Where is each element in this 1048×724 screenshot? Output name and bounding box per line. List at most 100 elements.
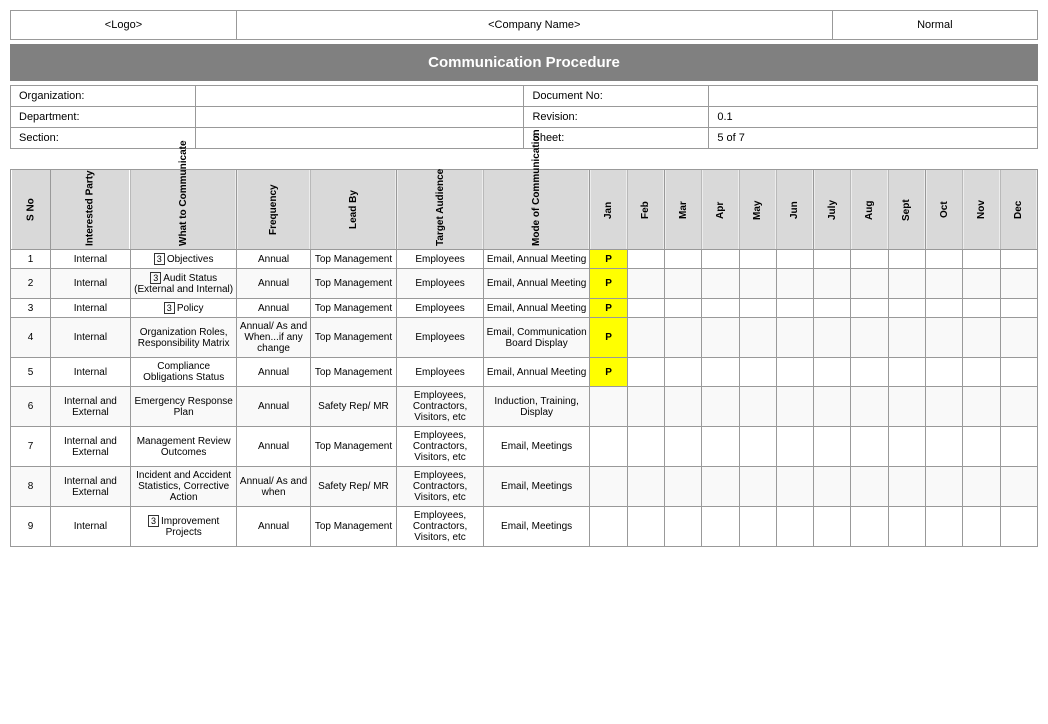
cell-what: Organization Roles, Responsibility Matri…	[130, 318, 237, 358]
table-row: 1 Internal 3Objectives Annual Top Manage…	[11, 250, 1038, 269]
cell-what: Compliance Obligations Status	[130, 358, 237, 387]
cell-oct	[926, 507, 963, 547]
logo-cell: <Logo>	[11, 11, 237, 40]
cell-mode: Induction, Training, Display	[483, 387, 590, 427]
cell-jul	[814, 507, 851, 547]
col-sept: Sept	[888, 170, 925, 250]
revision-value: 0.1	[709, 107, 1038, 128]
cell-may	[739, 467, 776, 507]
cell-jan: P	[590, 269, 627, 299]
table-row: 4 Internal Organization Roles, Responsib…	[11, 318, 1038, 358]
cell-aug	[851, 250, 888, 269]
normal-cell: Normal	[832, 11, 1037, 40]
cell-lead: Top Management	[310, 250, 397, 269]
cell-jan	[590, 507, 627, 547]
table-row: 8 Internal and External Incident and Acc…	[11, 467, 1038, 507]
cell-nov	[963, 299, 1000, 318]
cell-lead: Top Management	[310, 269, 397, 299]
cell-feb	[627, 387, 664, 427]
cell-target: Employees	[397, 269, 484, 299]
cell-lead: Safety Rep/ MR	[310, 467, 397, 507]
cell-sept	[888, 427, 925, 467]
cell-may	[739, 358, 776, 387]
cell-apr	[702, 318, 739, 358]
sheet-value: 5 of 7	[709, 128, 1038, 149]
cell-sept	[888, 299, 925, 318]
cell-may	[739, 318, 776, 358]
cell-oct	[926, 467, 963, 507]
cell-feb	[627, 467, 664, 507]
cell-nov	[963, 507, 1000, 547]
cell-dec	[1000, 427, 1037, 467]
cell-nov	[963, 269, 1000, 299]
table-row: 2 Internal 3Audit Status (External and I…	[11, 269, 1038, 299]
cell-oct	[926, 250, 963, 269]
cell-mar	[665, 387, 702, 427]
docno-label: Document No:	[524, 86, 709, 107]
cell-sno: 4	[11, 318, 51, 358]
cell-feb	[627, 250, 664, 269]
cell-aug	[851, 387, 888, 427]
cell-oct	[926, 269, 963, 299]
cell-interested: Internal	[50, 299, 130, 318]
revision-label: Revision:	[524, 107, 709, 128]
cell-dec	[1000, 318, 1037, 358]
cell-lead: Top Management	[310, 427, 397, 467]
cell-mode: Email, Communication Board Display	[483, 318, 590, 358]
cell-sno: 5	[11, 358, 51, 387]
cell-feb	[627, 427, 664, 467]
cell-freq: Annual	[237, 269, 310, 299]
cell-apr	[702, 269, 739, 299]
cell-nov	[963, 387, 1000, 427]
cell-interested: Internal	[50, 250, 130, 269]
cell-oct	[926, 358, 963, 387]
cell-may	[739, 299, 776, 318]
col-interested: Interested Party	[50, 170, 130, 250]
col-jan: Jan	[590, 170, 627, 250]
cell-aug	[851, 269, 888, 299]
cell-what: 3Improvement Projects	[130, 507, 237, 547]
cell-interested: Internal	[50, 358, 130, 387]
cell-target: Employees, Contractors, Visitors, etc	[397, 427, 484, 467]
cell-target: Employees, Contractors, Visitors, etc	[397, 387, 484, 427]
cell-may	[739, 269, 776, 299]
cell-freq: Annual	[237, 387, 310, 427]
col-apr: Apr	[702, 170, 739, 250]
col-oct: Oct	[926, 170, 963, 250]
cell-mode: Email, Annual Meeting	[483, 269, 590, 299]
cell-jun	[776, 358, 813, 387]
cell-freq: Annual	[237, 427, 310, 467]
cell-sept	[888, 250, 925, 269]
cell-target: Employees	[397, 299, 484, 318]
cell-nov	[963, 250, 1000, 269]
cell-freq: Annual	[237, 250, 310, 269]
col-feb: Feb	[627, 170, 664, 250]
cell-jun	[776, 318, 813, 358]
cell-mode: Email, Annual Meeting	[483, 358, 590, 387]
cell-mar	[665, 269, 702, 299]
cell-sept	[888, 318, 925, 358]
table-row: 7 Internal and External Management Revie…	[11, 427, 1038, 467]
cell-mar	[665, 358, 702, 387]
cell-jul	[814, 358, 851, 387]
cell-aug	[851, 299, 888, 318]
section-label: Section:	[11, 128, 196, 149]
dept-value	[195, 107, 524, 128]
cell-lead: Top Management	[310, 358, 397, 387]
cell-sno: 7	[11, 427, 51, 467]
cell-aug	[851, 358, 888, 387]
col-nov: Nov	[963, 170, 1000, 250]
cell-jan: P	[590, 318, 627, 358]
cell-feb	[627, 269, 664, 299]
cell-sept	[888, 507, 925, 547]
cell-may	[739, 250, 776, 269]
info-table: Organization: Document No: Department: R…	[10, 85, 1038, 149]
cell-oct	[926, 387, 963, 427]
cell-what: Emergency Response Plan	[130, 387, 237, 427]
cell-sno: 9	[11, 507, 51, 547]
tag-box: 3	[164, 302, 175, 314]
cell-jun	[776, 250, 813, 269]
cell-what: Management Review Outcomes	[130, 427, 237, 467]
col-jul: July	[814, 170, 851, 250]
cell-what: 3Objectives	[130, 250, 237, 269]
